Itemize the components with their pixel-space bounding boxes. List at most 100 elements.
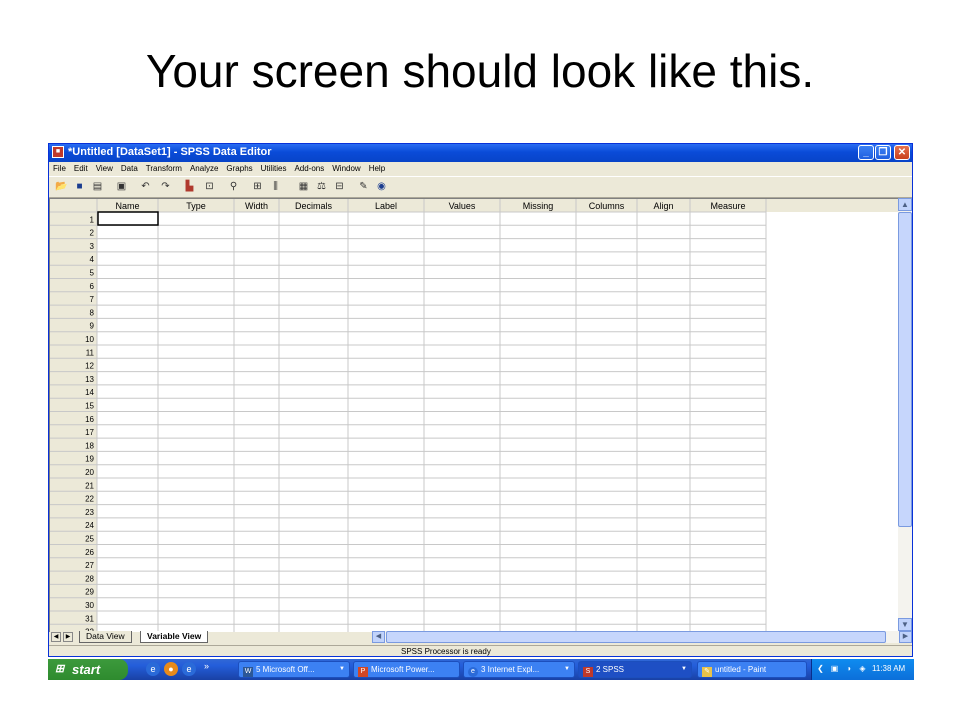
column-header[interactable]: Width [245, 201, 268, 211]
task-button-ie[interactable]: e3 Internet Expl... ▼ [463, 661, 575, 678]
task-button-paint[interactable]: ✎ untitled - Paint [697, 661, 807, 678]
row-number[interactable]: 28 [85, 574, 94, 583]
scroll-up-icon[interactable]: ▲ [898, 198, 912, 211]
row-number[interactable]: 23 [85, 508, 94, 517]
row-number[interactable]: 4 [90, 255, 95, 264]
menu-graphs[interactable]: Graphs [222, 162, 256, 173]
task-button-powerpoint[interactable]: P Microsoft Power... [353, 661, 460, 678]
row-number[interactable]: 3 [90, 242, 95, 251]
value-labels-icon[interactable]: ✎ [357, 180, 370, 193]
tab-prev-icon[interactable]: ◀ [51, 632, 61, 642]
row-number[interactable]: 20 [85, 468, 94, 477]
find-icon[interactable]: ⚲ [227, 180, 240, 193]
goto-case-icon[interactable]: ⊡ [203, 180, 216, 193]
row-number[interactable]: 22 [85, 495, 94, 504]
redo-icon[interactable]: ↷ [159, 180, 172, 193]
split-file-icon[interactable]: ▦ [297, 180, 310, 193]
security-icon[interactable]: ◈ [857, 663, 868, 674]
quicklaunch-media-icon[interactable]: ● [164, 662, 178, 676]
row-number[interactable]: 19 [85, 455, 94, 464]
menu-add-ons[interactable]: Add-ons [290, 162, 328, 173]
row-number[interactable]: 12 [85, 362, 94, 371]
tab-data-view[interactable]: Data View [79, 631, 132, 643]
horizontal-scrollbar[interactable]: ◀ ▶ [372, 631, 912, 643]
goto-chart-icon[interactable]: ▙ [183, 180, 196, 193]
row-number[interactable]: 17 [85, 428, 94, 437]
row-number[interactable]: 5 [90, 269, 95, 278]
row-number[interactable]: 27 [85, 561, 94, 570]
row-number[interactable]: 13 [85, 375, 94, 384]
menu-window[interactable]: Window [328, 162, 364, 173]
insert-cases-icon[interactable]: ⊞ [251, 180, 264, 193]
column-header[interactable]: Type [186, 201, 206, 211]
row-number[interactable]: 26 [85, 548, 94, 557]
column-header[interactable]: Measure [710, 201, 745, 211]
active-cell[interactable] [97, 211, 159, 226]
scroll-down-icon[interactable]: ▼ [898, 618, 912, 631]
task-button-spss[interactable]: S2 SPSS ▼ [578, 661, 692, 678]
menu-utilities[interactable]: Utilities [257, 162, 291, 173]
menu-transform[interactable]: Transform [142, 162, 186, 173]
row-number[interactable]: 2 [90, 229, 95, 238]
task-button-word[interactable]: W5 Microsoft Off... ▼ [238, 661, 350, 678]
open-folder-icon[interactable]: 📂 [55, 180, 68, 193]
scroll-right-icon[interactable]: ▶ [899, 631, 912, 643]
row-number[interactable]: 7 [90, 295, 95, 304]
network-icon[interactable]: ▣ [829, 663, 840, 674]
close-button[interactable]: ✕ [894, 145, 910, 160]
row-number[interactable]: 8 [90, 308, 95, 317]
undo-icon[interactable]: ↶ [139, 180, 152, 193]
row-number[interactable]: 6 [90, 282, 95, 291]
menu-file[interactable]: File [49, 162, 70, 173]
menu-edit[interactable]: Edit [70, 162, 92, 173]
tab-next-icon[interactable]: ▶ [63, 632, 73, 642]
volume-icon[interactable]: ◑ [843, 663, 854, 674]
row-number[interactable]: 31 [85, 614, 94, 623]
row-number[interactable]: 30 [85, 601, 94, 610]
title-bar[interactable]: ■ *Untitled [DataSet1] - SPSS Data Edito… [49, 144, 912, 162]
restore-button[interactable]: ❐ [875, 145, 891, 160]
minimize-button[interactable]: _ [858, 145, 874, 160]
save-icon[interactable]: ■ [73, 180, 86, 193]
column-header[interactable]: Label [375, 201, 397, 211]
spss-app-icon[interactable]: ■ [52, 146, 64, 158]
use-sets-icon[interactable]: ◉ [375, 180, 388, 193]
weight-cases-icon[interactable]: ⚖ [315, 180, 328, 193]
print-icon[interactable]: ▤ [91, 180, 104, 193]
row-number[interactable]: 15 [85, 402, 94, 411]
horizontal-scroll-thumb[interactable] [386, 631, 886, 643]
column-header[interactable]: Missing [523, 201, 554, 211]
menu-data[interactable]: Data [117, 162, 142, 173]
row-number[interactable]: 14 [85, 388, 94, 397]
tab-variable-view[interactable]: Variable View [140, 631, 209, 643]
select-cases-icon[interactable]: ⊟ [333, 180, 346, 193]
row-number[interactable]: 11 [86, 348, 95, 357]
column-header[interactable]: Values [449, 201, 476, 211]
row-number[interactable]: 16 [85, 415, 94, 424]
row-number[interactable]: 25 [85, 535, 94, 544]
column-header[interactable]: Decimals [295, 201, 333, 211]
menu-view[interactable]: View [92, 162, 117, 173]
row-number[interactable]: 18 [85, 441, 94, 450]
clock[interactable]: 11:38 AM [872, 664, 905, 673]
start-button[interactable]: ⊞ start [48, 659, 128, 680]
scroll-thumb[interactable] [898, 212, 912, 527]
scroll-left-icon[interactable]: ◀ [372, 631, 385, 643]
row-number[interactable]: 29 [85, 588, 94, 597]
column-header[interactable]: Columns [589, 201, 625, 211]
row-number[interactable]: 24 [85, 521, 94, 530]
vertical-scrollbar[interactable]: ▲ ▼ [898, 198, 912, 631]
tray-expand-icon[interactable]: ❮ [815, 663, 826, 674]
menu-analyze[interactable]: Analyze [186, 162, 222, 173]
insert-variable-icon[interactable]: ⫼ [269, 180, 282, 193]
row-number[interactable]: 21 [85, 481, 94, 490]
quicklaunch-ie-icon[interactable]: e [146, 662, 160, 676]
column-header[interactable]: Align [653, 201, 673, 211]
menu-help[interactable]: Help [365, 162, 389, 173]
dialog-recall-icon[interactable]: ▣ [115, 180, 128, 193]
row-number[interactable]: 10 [85, 335, 94, 344]
row-number[interactable]: 9 [90, 322, 95, 331]
quicklaunch-browser-icon[interactable]: e [182, 662, 196, 676]
row-number[interactable]: 1 [90, 215, 95, 224]
column-header[interactable]: Name [115, 201, 139, 211]
